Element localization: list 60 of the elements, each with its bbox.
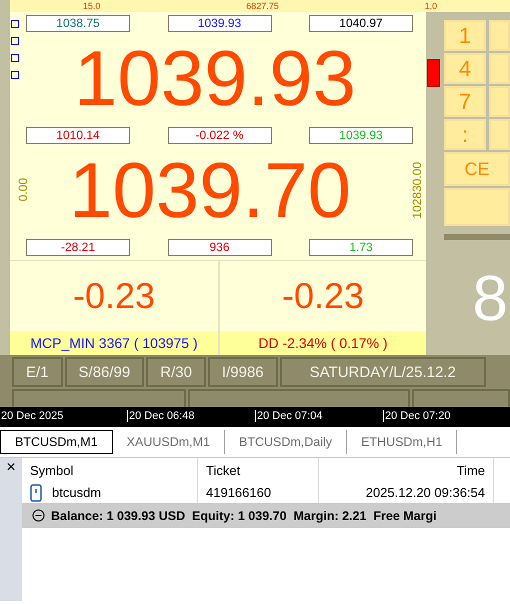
price-display: 1039.93 [73,33,357,124]
profit-value: -0.23 [72,274,156,318]
chart-tab[interactable]: BTCUSDm,M1 [0,430,113,454]
value-box: 1.73 [309,239,413,256]
key-button[interactable] [489,20,510,51]
chart-tab[interactable]: XAUUSDm,M1 [112,430,225,454]
axis-label: 0.00 [16,178,30,202]
chart-tab[interactable]: ETHUSDm,H1 [347,430,458,454]
square-icon [11,54,19,62]
key-button[interactable] [489,119,510,150]
status-button[interactable]: E/1 [12,357,63,387]
value-box: 1040.97 [309,15,413,32]
table-cell: btcusdm [52,485,102,500]
status-button[interactable] [412,389,510,407]
value-box: -28.21 [26,239,130,256]
status-button[interactable] [188,389,410,407]
square-icon [11,71,19,79]
value-box: 936 [168,239,272,256]
status-button[interactable]: SATURDAY/L/25.12.2 [280,357,486,387]
top-value: 15.0 [82,1,100,11]
info-label: DD -2.34% ( 0.17% ) [258,335,388,351]
value-box: -0.022 % [168,127,272,144]
status-button[interactable]: S/86/99 [64,357,144,387]
time-label: 20 Dec 07:04 [255,410,322,422]
clear-button[interactable]: CE [444,152,510,186]
time-label: 20 Dec 06:48 [127,410,194,422]
collapse-icon[interactable] [32,509,45,522]
square-icon [11,37,19,45]
column-header: Time [319,458,494,482]
status-button[interactable]: R/30 [146,357,206,387]
key-button[interactable]: : [444,119,486,150]
time-label: 20 Dec 2025 [0,410,64,422]
close-button[interactable]: × [6,458,16,478]
top-value: 1.0 [424,1,438,11]
info-label: MCP_MIN 3367 ( 103975 ) [30,335,198,351]
key-button[interactable] [489,86,510,117]
status-button[interactable]: I/9986 [208,357,278,387]
key-button[interactable]: 7 [444,86,486,117]
axis-label: 102830.00 [410,162,424,218]
status-button[interactable] [12,389,186,407]
value-box: 1039.93 [309,127,413,144]
summary-text: Balance: 1 039.93 USD Equity: 1 039.70 Margin: 2.21 Free Margi [51,508,437,522]
key-button[interactable] [489,53,510,84]
scroll-thumb[interactable] [427,59,440,87]
chart-tab[interactable]: BTCUSDm,Daily [225,430,348,454]
key-button[interactable]: 4 [444,53,486,84]
column-header: Ticket [198,458,319,482]
column-header: Symbol [22,458,198,482]
time-label: 20 Dec 07:20 [383,410,450,422]
top-value: 6827.75 [246,1,279,11]
price-display: 1039.70 [68,145,352,236]
display-digit: 8 [472,262,508,332]
document-icon [30,484,42,502]
value-box: 1010.14 [26,127,130,144]
value-box: 1039.93 [168,15,272,32]
value-box: 1038.75 [26,15,130,32]
key-button[interactable] [444,188,510,226]
square-icon [11,20,19,28]
key-button[interactable]: 1 [444,20,486,51]
profit-value: -0.23 [280,274,366,318]
